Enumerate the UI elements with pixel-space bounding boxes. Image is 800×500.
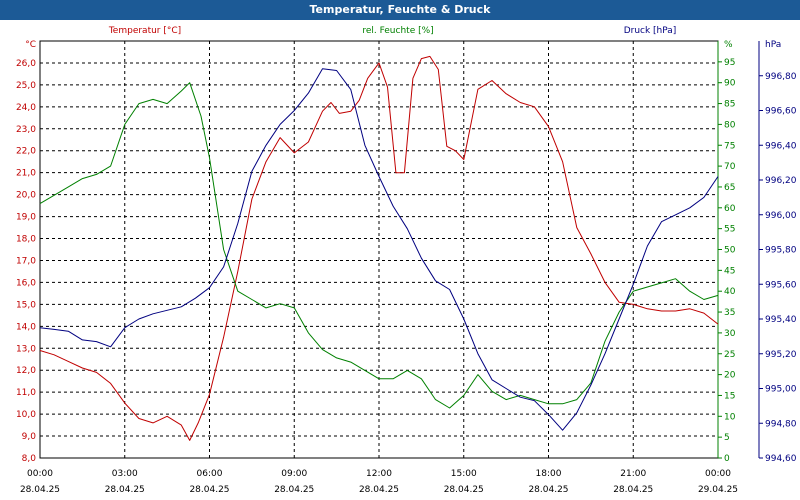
humidity-tick-label: 40: [724, 287, 736, 297]
temperature-tick-label: 12,0: [16, 366, 36, 376]
humidity-tick-label: 35: [724, 308, 735, 318]
x-tick-date: 28.04.25: [444, 485, 484, 495]
x-tick-date: 28.04.25: [528, 485, 568, 495]
temperature-tick-label: 16,0: [16, 278, 36, 288]
humidity-unit: %: [724, 40, 733, 50]
temperature-tick-label: 13,0: [16, 344, 36, 354]
pressure-tick-label: 995,80: [765, 246, 797, 256]
humidity-tick-label: 0: [724, 454, 730, 464]
pressure-tick-label: 995,40: [765, 315, 797, 325]
temperature-tick-label: 9,0: [22, 432, 37, 442]
humidity-tick-label: 50: [724, 246, 736, 256]
pressure-tick-label: 996,00: [765, 211, 797, 221]
temperature-tick-label: 20,0: [16, 191, 36, 201]
temperature-tick-label: 18,0: [16, 235, 36, 245]
pressure-tick-label: 995,20: [765, 350, 797, 360]
x-tick-time: 21:00: [620, 469, 646, 479]
temperature-tick-label: 25,0: [16, 81, 36, 91]
pressure-tick-label: 996,80: [765, 72, 797, 82]
pressure-tick-label: 996,40: [765, 141, 797, 151]
humidity-tick-label: 10: [724, 412, 736, 422]
pressure-tick-label: 995,60: [765, 280, 797, 290]
series-line-pressure: [39, 68, 719, 431]
humidity-tick-label: 95: [724, 58, 735, 68]
temperature-tick-label: 22,0: [16, 147, 36, 157]
humidity-tick-label: 90: [724, 79, 736, 89]
humidity-tick-label: 85: [724, 100, 735, 110]
x-tick-time: 00:00: [27, 469, 53, 479]
legend-humidity: rel. Feuchte [%]: [362, 26, 433, 36]
legend-pressure: Druck [hPa]: [624, 26, 677, 36]
x-tick-time: 03:00: [112, 469, 138, 479]
temperature-tick-label: 26,0: [16, 59, 36, 69]
humidity-tick-label: 75: [724, 141, 735, 151]
x-tick-date: 28.04.25: [20, 485, 60, 495]
humidity-tick-label: 20: [724, 371, 736, 381]
x-tick-time: 00:00: [705, 469, 731, 479]
legend-temperature: Temperatur [°C]: [108, 26, 181, 36]
humidity-tick-label: 65: [724, 183, 735, 193]
x-tick-time: 09:00: [281, 469, 307, 479]
humidity-tick-label: 80: [724, 120, 736, 130]
temperature-tick-label: 10,0: [16, 410, 36, 420]
pressure-tick-label: 996,20: [765, 176, 797, 186]
x-tick-date: 28.04.25: [189, 485, 229, 495]
temperature-unit: °C: [25, 40, 36, 50]
x-tick-date: 28.04.25: [359, 485, 399, 495]
temperature-tick-label: 11,0: [16, 388, 36, 398]
x-tick-date: 28.04.25: [105, 485, 145, 495]
humidity-tick-label: 30: [724, 329, 736, 339]
pressure-tick-label: 995,00: [765, 385, 797, 395]
temperature-tick-label: 15,0: [16, 300, 36, 310]
x-tick-time: 15:00: [451, 469, 477, 479]
humidity-tick-label: 15: [724, 391, 735, 401]
humidity-tick-label: 5: [724, 433, 730, 443]
pressure-unit: hPa: [765, 40, 781, 50]
pressure-tick-label: 994,60: [765, 454, 797, 464]
humidity-tick-label: 55: [724, 225, 735, 235]
humidity-tick-label: 45: [724, 266, 735, 276]
humidity-tick-label: 25: [724, 350, 735, 360]
x-tick-date: 28.04.25: [613, 485, 653, 495]
temperature-tick-label: 8,0: [22, 454, 37, 464]
x-tick-time: 18:00: [536, 469, 562, 479]
temperature-tick-label: 14,0: [16, 322, 36, 332]
x-tick-time: 12:00: [366, 469, 392, 479]
temperature-tick-label: 17,0: [16, 256, 36, 266]
humidity-tick-label: 60: [724, 204, 736, 214]
x-tick-date: 29.04.25: [698, 485, 738, 495]
temperature-tick-label: 24,0: [16, 103, 36, 113]
x-tick-time: 06:00: [197, 469, 223, 479]
chart-svg: 00:00 28.04.25 03:00 28.04.25 06:00 28.04.25 0…: [16, 26, 797, 495]
temperature-tick-label: 19,0: [16, 213, 36, 223]
humidity-tick-label: 70: [724, 162, 736, 172]
pressure-tick-label: 994,80: [765, 419, 797, 429]
temperature-tick-label: 21,0: [16, 169, 36, 179]
x-tick-date: 28.04.25: [274, 485, 314, 495]
pressure-tick-label: 996,60: [765, 107, 797, 117]
temperature-tick-label: 23,0: [16, 125, 36, 135]
